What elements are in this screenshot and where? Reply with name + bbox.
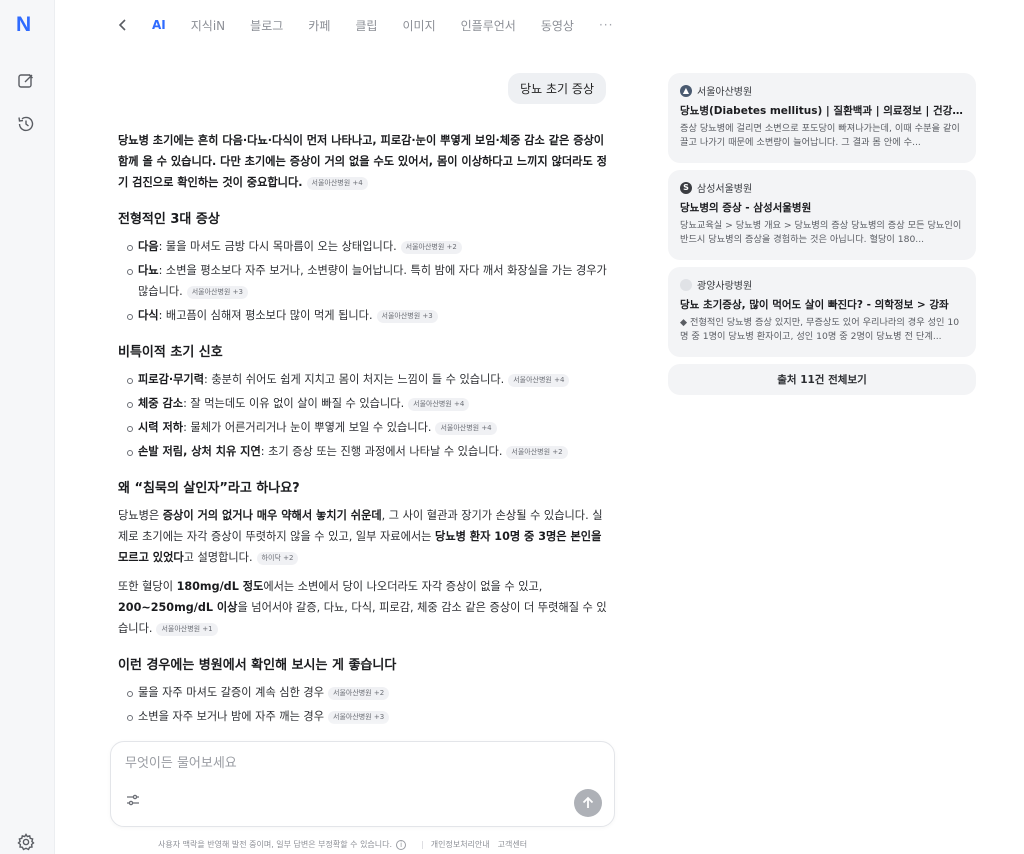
section-title: 이런 경우에는 병원에서 확인해 보시는 게 좋습니다	[118, 658, 397, 673]
sliders-icon	[127, 794, 139, 806]
source-snippet: 증상 당뇨병에 걸리면 소변으로 포도당이 빠져나가는데, 이때 수분을 같이 …	[680, 123, 960, 148]
source-site-name: 광양사랑병원	[697, 281, 753, 292]
body-paragraph: 당뇨병은 증상이 거의 없거나 매우 약해서 놓치기 쉬운데, 그 사이 혈관과…	[118, 509, 603, 565]
left-rail: N	[0, 0, 55, 854]
source-card[interactable]: S 삼성서울병원 당뇨병의 증상 - 삼성서울병원 당뇨교육실 > 당뇨병 개요…	[668, 170, 976, 260]
citation-chip[interactable]: 서울아산병원 +2	[328, 687, 390, 700]
body-paragraph: 또한 혈당이 180mg/dL 정도에서는 소변에서 당이 나오더라도 자각 증…	[118, 580, 607, 636]
list-item: 다뇨: 소변을 평소보다 자주 보거나, 소변량이 늘어납니다. 특히 밤에 자…	[118, 260, 608, 302]
tab-kin[interactable]: 지식iN	[191, 17, 225, 34]
tab-blog[interactable]: 블로그	[250, 17, 283, 34]
citation-chip[interactable]: 서울아산병원 +3	[186, 286, 248, 299]
signal-list: 피로감·무기력: 충분히 쉬어도 쉽게 지치고 몸이 처지는 느낌이 들 수 있…	[118, 369, 608, 462]
source-card[interactable]: ▲ 서울아산병원 당뇨병(Diabetes mellitus) | 질환백과 |…	[668, 73, 976, 163]
hospital-logo-icon: S	[680, 181, 692, 194]
citation-chip[interactable]: 서울아산병원 +4	[508, 374, 570, 387]
list-item: 다음: 물을 마셔도 금방 다시 목마름이 오는 상태입니다. 서울아산병원 +2	[118, 236, 608, 257]
disclaimer-text: 사용자 맥락을 반영해 발전 중이며, 일부 답변은 부정확할 수 있습니다.	[158, 840, 393, 849]
naver-logo[interactable]: N	[16, 13, 31, 37]
sources-panel: ▲ 서울아산병원 당뇨병(Diabetes mellitus) | 질환백과 |…	[668, 73, 976, 395]
tab-ai[interactable]: AI	[152, 18, 166, 32]
symptom-list: 다음: 물을 마셔도 금방 다시 목마름이 오는 상태입니다. 서울아산병원 +2…	[118, 236, 608, 326]
back-button[interactable]	[118, 19, 134, 31]
citation-chip[interactable]: 하이닥 +2	[256, 552, 299, 565]
answer-panel: 당뇨 초기 증상 당뇨병 초기에는 흔히 다음·다뇨·다식이 먼저 나타나고, …	[118, 60, 608, 738]
scroll-fade	[118, 718, 608, 738]
answer-content: 당뇨병 초기에는 흔히 다음·다뇨·다식이 먼저 나타나고, 피로감·눈이 뿌옇…	[118, 130, 608, 730]
source-card[interactable]: 광양사랑병원 당뇨 초기증상, 많이 먹어도 살이 빠진다? - 의학정보 > …	[668, 267, 976, 357]
source-snippet: ◆ 전형적인 당뇨병 증상 있지만, 무증상도 있어 우리나라의 경우 성인 1…	[680, 317, 960, 342]
more-tabs-button[interactable]: ···	[599, 18, 613, 32]
history-button[interactable]	[14, 112, 38, 136]
citation-chip[interactable]: 서울아산병원 +4	[306, 177, 368, 190]
source-site-name: 서울아산병원	[697, 87, 753, 98]
list-item: 체중 감소: 잘 먹는데도 이유 없이 살이 빠질 수 있습니다. 서울아산병원 …	[118, 393, 608, 414]
footer: 사용자 맥락을 반영해 발전 중이며, 일부 답변은 부정확할 수 있습니다. …	[158, 839, 527, 850]
settings-button[interactable]	[14, 830, 38, 854]
citation-chip[interactable]: 서울아산병원 +2	[506, 446, 568, 459]
tab-cafe[interactable]: 카페	[308, 17, 330, 34]
source-title: 당뇨병(Diabetes mellitus) | 질환백과 | 의료정보 | 건…	[680, 105, 964, 117]
new-chat-button[interactable]	[14, 69, 38, 93]
list-item: 다식: 배고픔이 심해져 평소보다 많이 먹게 됩니다. 서울아산병원 +3	[118, 305, 608, 326]
intro-paragraph: 당뇨병 초기에는 흔히 다음·다뇨·다식이 먼저 나타나고, 피로감·눈이 뿌옇…	[118, 130, 608, 193]
history-icon	[18, 116, 34, 132]
hospital-logo-icon	[680, 278, 692, 291]
section-title: 비특이적 초기 신호	[118, 345, 223, 360]
tab-image[interactable]: 이미지	[402, 17, 435, 34]
arrow-up-icon	[582, 796, 594, 808]
options-button[interactable]	[125, 792, 143, 810]
tab-video[interactable]: 동영상	[541, 17, 574, 34]
send-button[interactable]	[574, 789, 602, 817]
source-site-name: 삼성서울병원	[697, 184, 753, 195]
list-item: 물을 자주 마셔도 갈증이 계속 심한 경우 서울아산병원 +2	[118, 682, 608, 703]
question-input[interactable]	[125, 756, 585, 771]
footer-divider: |	[421, 840, 424, 849]
source-title: 당뇨병의 증상 - 삼성서울병원	[680, 202, 812, 214]
user-query-bubble: 당뇨 초기 증상	[508, 73, 606, 104]
chat-input-box	[110, 741, 615, 827]
chevron-left-icon	[118, 19, 126, 31]
list-item: 피로감·무기력: 충분히 쉬어도 쉽게 지치고 몸이 처지는 느낌이 들 수 있…	[118, 369, 608, 390]
privacy-link[interactable]: 개인정보처리안내	[431, 839, 490, 850]
new-chat-icon	[18, 74, 33, 88]
section-title: 왜 “침묵의 살인자”라고 하나요?	[118, 481, 300, 496]
source-title: 당뇨 초기증상, 많이 먹어도 살이 빠진다? - 의학정보 > 강좌	[680, 299, 949, 311]
citation-chip[interactable]: 서울아산병원 +3	[376, 310, 438, 323]
citation-chip[interactable]: 서울아산병원 +4	[408, 398, 470, 411]
view-all-sources-button[interactable]: 출처 11건 전체보기	[668, 364, 976, 395]
search-tabs: AI 지식iN 블로그 카페 클립 이미지 인플루언서 동영상 ···	[118, 15, 613, 35]
hospital-logo-icon: ▲	[680, 84, 692, 97]
source-snippet: 당뇨교육실 > 당뇨병 개요 > 당뇨병의 증상 당뇨병의 증상 모든 당뇨인이…	[680, 220, 962, 245]
tab-clip[interactable]: 클립	[355, 17, 377, 34]
support-link[interactable]: 고객센터	[498, 839, 527, 850]
tab-influencer[interactable]: 인플루언서	[461, 17, 516, 34]
list-item: 시력 저하: 물체가 어른거리거나 눈이 뿌옇게 보일 수 있습니다. 서울아산병…	[118, 417, 608, 438]
list-item: 손발 저림, 상처 치유 지연: 초기 증상 또는 진행 과정에서 나타날 수 …	[118, 441, 608, 462]
settings-icon	[17, 833, 35, 851]
info-icon[interactable]: i	[396, 839, 407, 850]
section-title: 전형적인 3대 증상	[118, 212, 220, 227]
citation-chip[interactable]: 서울아산병원 +4	[435, 422, 497, 435]
citation-chip[interactable]: 서울아산병원 +2	[400, 241, 462, 254]
citation-chip[interactable]: 서울아산병원 +1	[156, 623, 218, 636]
